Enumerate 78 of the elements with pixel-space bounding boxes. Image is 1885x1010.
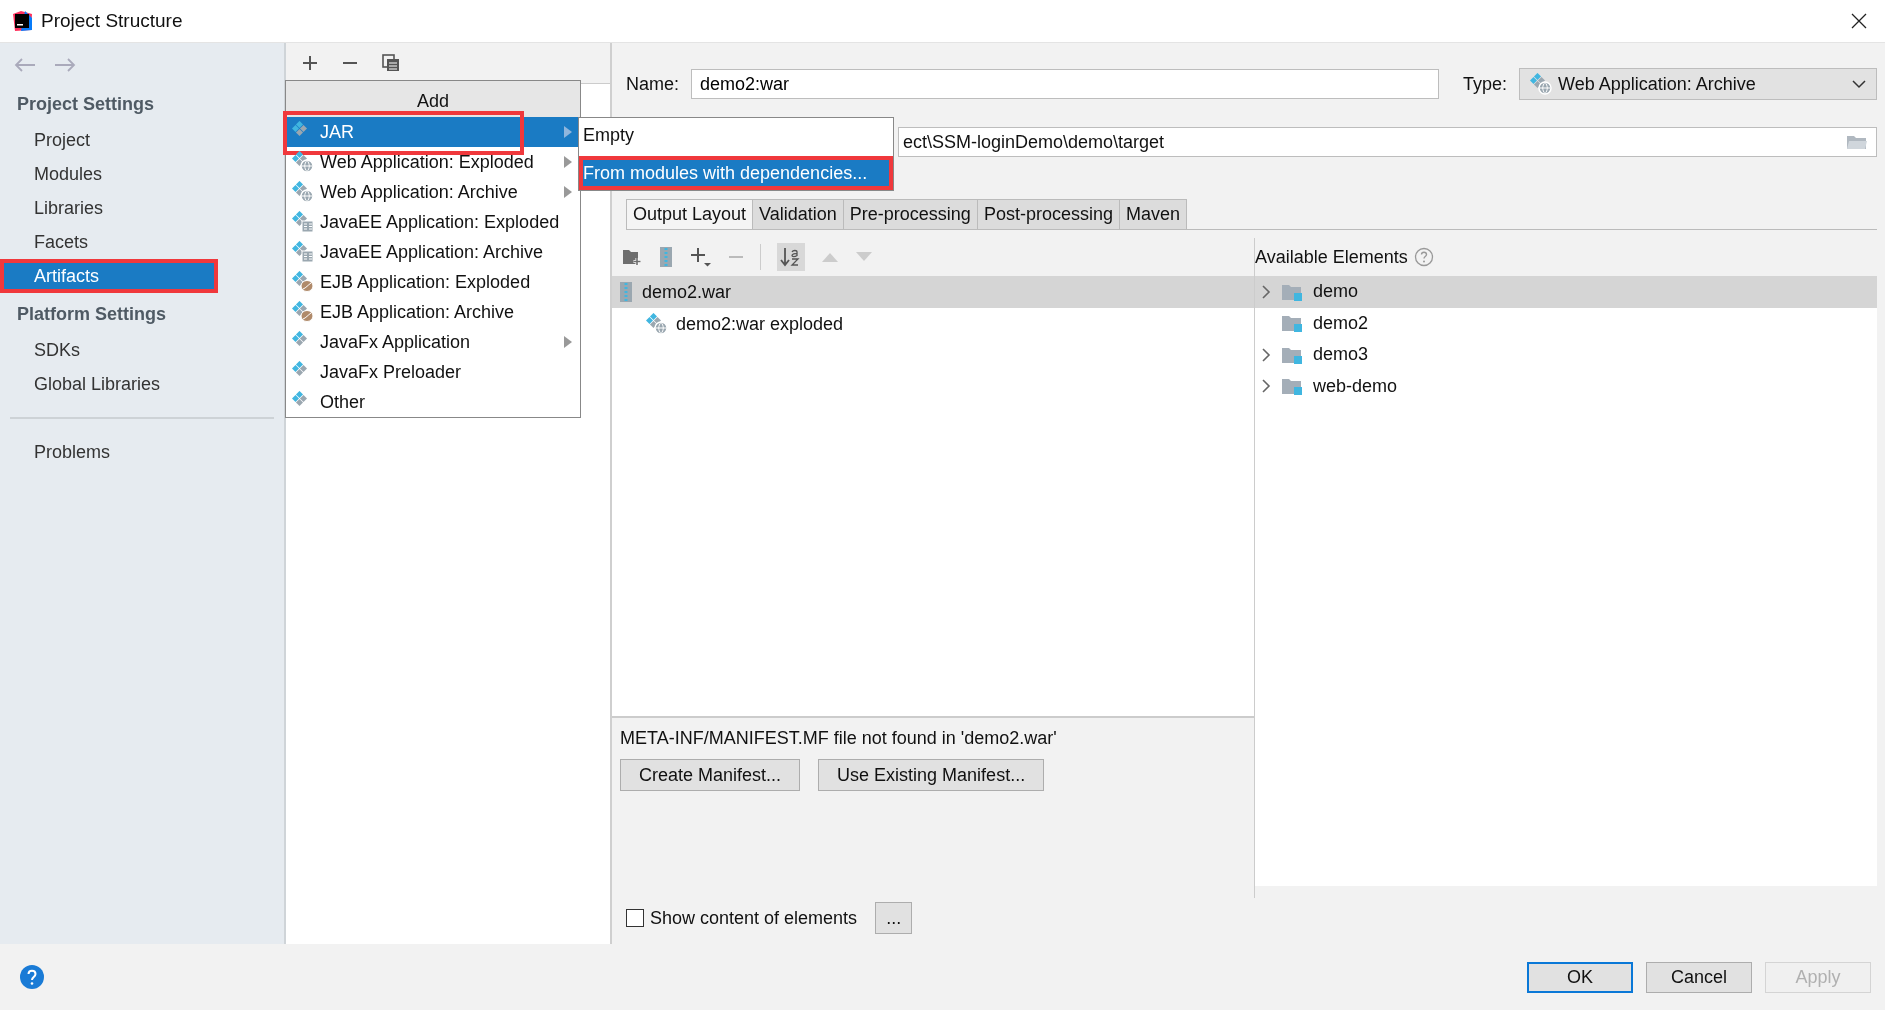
checkbox-label: Show content of elements: [650, 907, 858, 929]
menu-item[interactable]: Web Application: Exploded: [286, 147, 580, 177]
artifact-icon: [292, 271, 314, 293]
more-button[interactable]: ...: [875, 902, 913, 934]
sidebar-item[interactable]: Modules: [0, 157, 284, 191]
help-icon[interactable]: [1413, 247, 1434, 267]
manifest-message: META-INF/MANIFEST.MF file not found in 'demo2.war': [620, 728, 1058, 749]
checkbox[interactable]: [626, 909, 644, 927]
menu-item[interactable]: JavaFx Preloader: [286, 357, 580, 387]
tab[interactable]: Maven: [1118, 199, 1187, 229]
menu-item[interactable]: JavaEE Application: Archive: [286, 237, 580, 267]
chevron-right-icon[interactable]: [1261, 347, 1271, 362]
section-heading: Project Settings: [16, 93, 156, 116]
type-dropdown[interactable]: Web Application: Archive: [1519, 68, 1877, 100]
tree-item[interactable]: demo2:war exploded: [612, 308, 1254, 340]
menu-item[interactable]: Other: [286, 387, 580, 417]
chevron-right-icon[interactable]: [1261, 284, 1271, 299]
panel-title: Available Elements: [1255, 246, 1408, 268]
menu-item[interactable]: Web Application: Archive: [286, 177, 580, 207]
archive-icon: [618, 281, 634, 303]
copy-icon[interactable]: [382, 54, 400, 72]
artifact-icon: [292, 211, 314, 233]
submenu-arrow-icon: [564, 336, 572, 348]
artifact-icon: [1530, 73, 1553, 95]
artifact-icon: [292, 181, 314, 203]
dialog-button[interactable]: Cancel: [1646, 961, 1752, 993]
sidebar-item[interactable]: Project: [0, 123, 284, 157]
menu-item[interactable]: Empty: [579, 118, 893, 152]
artifact-icon: [292, 301, 314, 323]
menu-item[interactable]: EJB Application: Exploded: [286, 267, 580, 297]
submenu-arrow-icon: [564, 186, 572, 198]
add-dropdown-icon[interactable]: [690, 246, 712, 268]
menu-item[interactable]: EJB Application: Archive: [286, 297, 580, 327]
window-title: Project Structure: [41, 10, 183, 32]
sidebar-item[interactable]: Facets: [0, 225, 284, 259]
module-folder-icon: [1281, 282, 1303, 301]
field-label: Type:: [1463, 73, 1508, 95]
menu-item[interactable]: From modules with dependencies...: [579, 156, 893, 190]
module-folder-icon: [1281, 314, 1303, 333]
sidebar-item[interactable]: SDKs: [0, 333, 284, 367]
field-label: Name:: [626, 73, 679, 95]
output-directory-field[interactable]: ect\SSM-loginDemo\demo\target: [898, 127, 1877, 157]
menu-header: Add: [286, 81, 580, 117]
chevron-down-icon: [1852, 79, 1866, 89]
tab[interactable]: Output Layout: [626, 199, 754, 229]
module-folder-icon: [1281, 377, 1303, 396]
chevron-right-icon[interactable]: [1261, 379, 1271, 394]
manifest-button[interactable]: Use Existing Manifest...: [818, 759, 1045, 791]
archive-icon: [658, 246, 674, 268]
module-item[interactable]: demo: [1255, 276, 1877, 308]
sidebar-item[interactable]: Libraries: [0, 191, 284, 225]
sidebar-item[interactable]: Problems: [0, 435, 284, 469]
tab[interactable]: Post-processing: [976, 199, 1120, 229]
sidebar-item[interactable]: Global Libraries: [0, 367, 284, 401]
submenu-arrow-icon: [564, 126, 572, 138]
sidebar-item[interactable]: Artifacts: [0, 259, 218, 293]
module-item[interactable]: demo2: [1255, 307, 1877, 339]
tab[interactable]: Pre-processing: [842, 199, 978, 229]
section-heading: Platform Settings: [16, 303, 168, 326]
artifact-icon: [292, 241, 314, 263]
add-icon[interactable]: [302, 55, 318, 71]
menu-item[interactable]: JavaEE Application: Exploded: [286, 207, 580, 237]
tab[interactable]: Validation: [752, 199, 844, 229]
module-item[interactable]: demo3: [1255, 339, 1877, 371]
help-icon[interactable]: [19, 964, 45, 990]
manifest-button[interactable]: Create Manifest...: [620, 759, 801, 791]
artifact-icon: [646, 313, 668, 335]
artifact-icon: [292, 151, 314, 173]
sort-icon[interactable]: [777, 243, 805, 271]
submenu-arrow-icon: [564, 156, 572, 168]
name-field[interactable]: demo2:war: [691, 69, 1439, 99]
menu-item[interactable]: JavaFx Application: [286, 327, 580, 357]
app-logo-icon: [11, 10, 33, 32]
module-item[interactable]: web-demo: [1255, 370, 1877, 402]
module-folder-icon: [1281, 345, 1303, 364]
dialog-button[interactable]: OK: [1527, 961, 1633, 993]
tree-item[interactable]: demo2.war: [612, 276, 1254, 308]
new-folder-icon[interactable]: [622, 248, 642, 266]
